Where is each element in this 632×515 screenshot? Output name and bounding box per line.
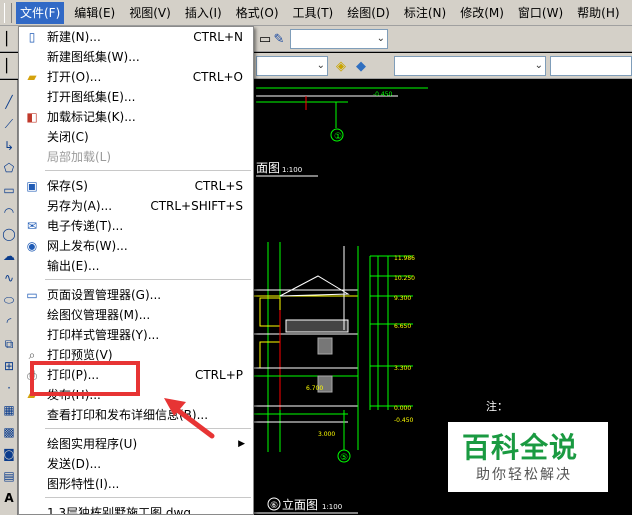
- watermark-logo: 百科全说 助你轻松解决: [448, 422, 608, 492]
- watermark-subtitle: 助你轻松解决: [476, 467, 572, 483]
- watermark-title: 百科全说: [462, 431, 579, 464]
- cad-application-window: 文件(F) 编辑(E) 视图(V) 插入(I) 格式(O) 工具(T) 绘图(D…: [0, 0, 632, 515]
